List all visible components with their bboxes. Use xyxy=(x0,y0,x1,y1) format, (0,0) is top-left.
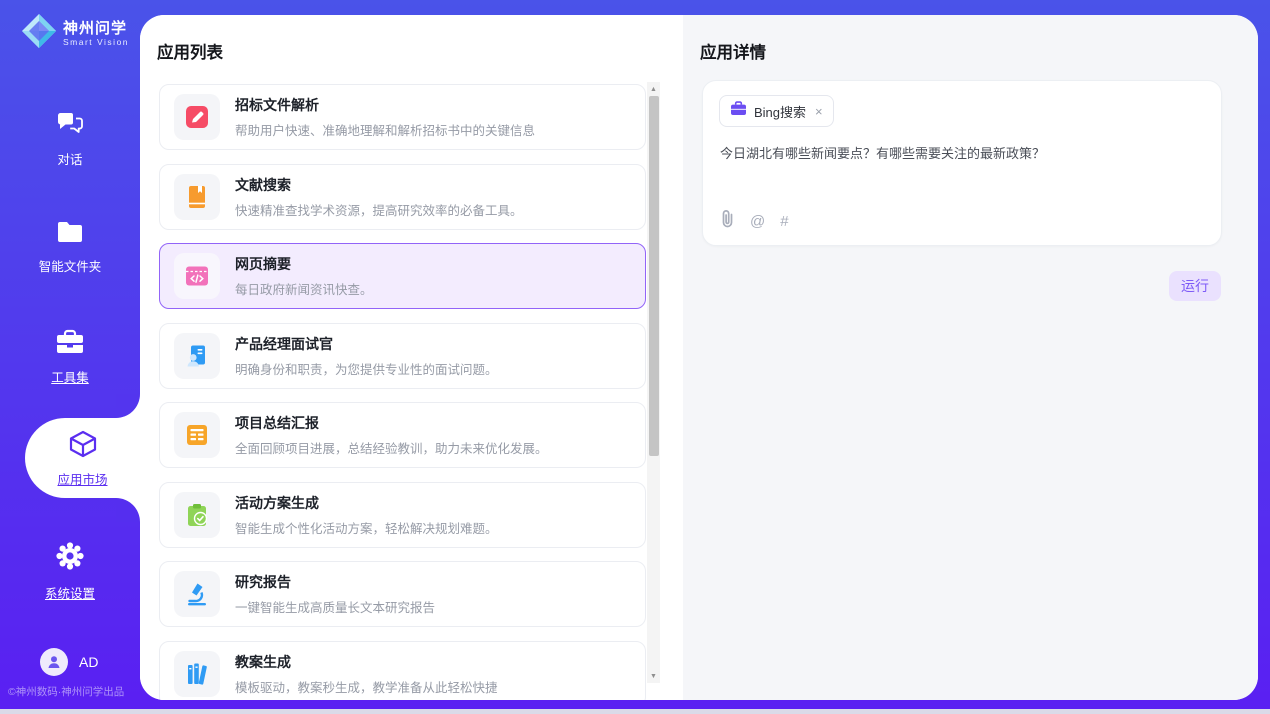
app-card-research-report[interactable]: 研究报告 一键智能生成高质量长文本研究报告 xyxy=(159,561,646,627)
app-desc: 智能生成个性化活动方案，轻松解决规划难题。 xyxy=(235,518,498,537)
sidebar-item-app-market[interactable]: 应用市场 xyxy=(25,418,140,498)
app-card-literature-search[interactable]: 文献搜索 快速精准查找学术资源，提高研究效率的必备工具。 xyxy=(159,164,646,230)
sidebar-item-chat[interactable]: 对话 xyxy=(0,111,140,168)
app-desc: 每日政府新闻资讯快查。 xyxy=(235,279,373,298)
avatar xyxy=(40,648,68,676)
scrollbar-down-arrow[interactable]: ▼ xyxy=(647,669,660,683)
app-name: 项目总结汇报 xyxy=(235,413,548,433)
spreadsheet-icon xyxy=(174,412,220,458)
app-detail-pane: 应用详情 Bing搜索 × 今日湖北有哪些新闻要点？有哪些需要关注的最新政策？ xyxy=(683,15,1258,700)
clipboard-check-icon xyxy=(174,492,220,538)
bottom-edge-strip xyxy=(0,709,1270,714)
app-name: 文献搜索 xyxy=(235,175,523,195)
briefcase-icon xyxy=(730,101,747,121)
app-desc: 模板驱动，教案秒生成，教学准备从此轻松快捷 xyxy=(235,677,498,696)
sidebar-item-label: 系统设置 xyxy=(45,583,95,602)
tool-tag-close-icon[interactable]: × xyxy=(815,104,823,119)
composer-toolbar: @ # xyxy=(720,209,789,233)
gear-icon xyxy=(55,541,85,576)
app-desc: 全面回顾项目进展，总结经验教训，助力未来优化发展。 xyxy=(235,438,548,457)
app-card-project-summary[interactable]: 项目总结汇报 全面回顾项目进展，总结经验教训，助力未来优化发展。 xyxy=(159,402,646,468)
app-name: 研究报告 xyxy=(235,572,435,592)
folder-icon xyxy=(56,220,84,249)
run-button[interactable]: 运行 xyxy=(1169,271,1221,301)
brand-name: 神州问学 xyxy=(63,20,129,37)
hash-icon[interactable]: # xyxy=(780,214,788,229)
resume-icon xyxy=(174,333,220,379)
main-panel: 应用列表 招标文件解析 帮助用户快速、准确地理解和解析招标书中的关键信息 xyxy=(140,15,1258,700)
tool-tag-label: Bing搜索 xyxy=(754,102,806,121)
brand-subtitle: Smart Vision xyxy=(63,37,129,47)
user-account[interactable]: AD xyxy=(40,648,98,676)
sidebar-item-label: 工具集 xyxy=(51,367,89,386)
sidebar-item-label: 智能文件夹 xyxy=(39,256,102,275)
app-name: 网页摘要 xyxy=(235,254,373,274)
sidebar-item-label: 对话 xyxy=(57,149,82,168)
edit-doc-icon xyxy=(174,94,220,140)
app-card-lesson-plan[interactable]: 教案生成 模板驱动，教案秒生成，教学准备从此轻松快捷 xyxy=(159,641,646,700)
prompt-text[interactable]: 今日湖北有哪些新闻要点？有哪些需要关注的最新政策？ xyxy=(720,145,1200,163)
brand-diamond-icon xyxy=(20,12,58,55)
app-name: 活动方案生成 xyxy=(235,493,498,513)
app-card-bid-doc-parse[interactable]: 招标文件解析 帮助用户快速、准确地理解和解析招标书中的关键信息 xyxy=(159,84,646,150)
scrollbar-thumb[interactable] xyxy=(649,96,659,456)
app-list-title: 应用列表 xyxy=(157,39,223,63)
chat-icon xyxy=(56,111,84,142)
prompt-composer[interactable]: Bing搜索 × 今日湖北有哪些新闻要点？有哪些需要关注的最新政策？ @ # xyxy=(702,80,1222,246)
web-code-icon xyxy=(174,253,220,299)
app-list-scrollbar[interactable]: ▲ ▼ xyxy=(647,82,660,683)
at-mention-icon[interactable]: @ xyxy=(750,214,765,229)
sidebar-item-label: 应用市场 xyxy=(57,469,107,488)
toolbox-icon xyxy=(55,329,85,360)
copyright-text: ©神州数码·神州问学出品 xyxy=(8,684,140,699)
sidebar-item-smart-folder[interactable]: 智能文件夹 xyxy=(0,220,140,275)
app-card-web-summary[interactable]: 网页摘要 每日政府新闻资讯快查。 xyxy=(159,243,646,309)
paperclip-icon[interactable] xyxy=(720,209,735,233)
bump-curve-bottom xyxy=(116,498,140,522)
cube-icon xyxy=(68,429,98,464)
app-desc: 帮助用户快速、准确地理解和解析招标书中的关键信息 xyxy=(235,120,535,139)
microscope-icon xyxy=(174,571,220,617)
app-name: 招标文件解析 xyxy=(235,95,535,115)
app-card-event-plan[interactable]: 活动方案生成 智能生成个性化活动方案，轻松解决规划难题。 xyxy=(159,482,646,548)
app-name: 教案生成 xyxy=(235,652,498,672)
app-desc: 明确身份和职责，为您提供专业性的面试问题。 xyxy=(235,359,498,378)
app-desc: 快速精准查找学术资源，提高研究效率的必备工具。 xyxy=(235,200,523,219)
app-desc: 一键智能生成高质量长文本研究报告 xyxy=(235,597,435,616)
scrollbar-up-arrow[interactable]: ▲ xyxy=(647,82,660,96)
bump-curve-top xyxy=(116,394,140,418)
app-name: 产品经理面试官 xyxy=(235,334,498,354)
book-icon xyxy=(174,174,220,220)
tool-tag-bing-search[interactable]: Bing搜索 × xyxy=(719,95,834,127)
sidebar-item-settings[interactable]: 系统设置 xyxy=(0,541,140,602)
app-detail-title: 应用详情 xyxy=(700,39,766,63)
brand-logo: 神州问学 Smart Vision xyxy=(20,12,129,55)
books-icon xyxy=(174,651,220,697)
sidebar-item-toolset[interactable]: 工具集 xyxy=(0,329,140,386)
user-initials: AD xyxy=(79,654,98,670)
app-card-pm-interviewer[interactable]: 产品经理面试官 明确身份和职责，为您提供专业性的面试问题。 xyxy=(159,323,646,389)
sidebar: 神州问学 Smart Vision 对话 智能文件夹 工具集 xyxy=(0,0,140,714)
app-list-pane: 应用列表 招标文件解析 帮助用户快速、准确地理解和解析招标书中的关键信息 xyxy=(140,15,683,700)
